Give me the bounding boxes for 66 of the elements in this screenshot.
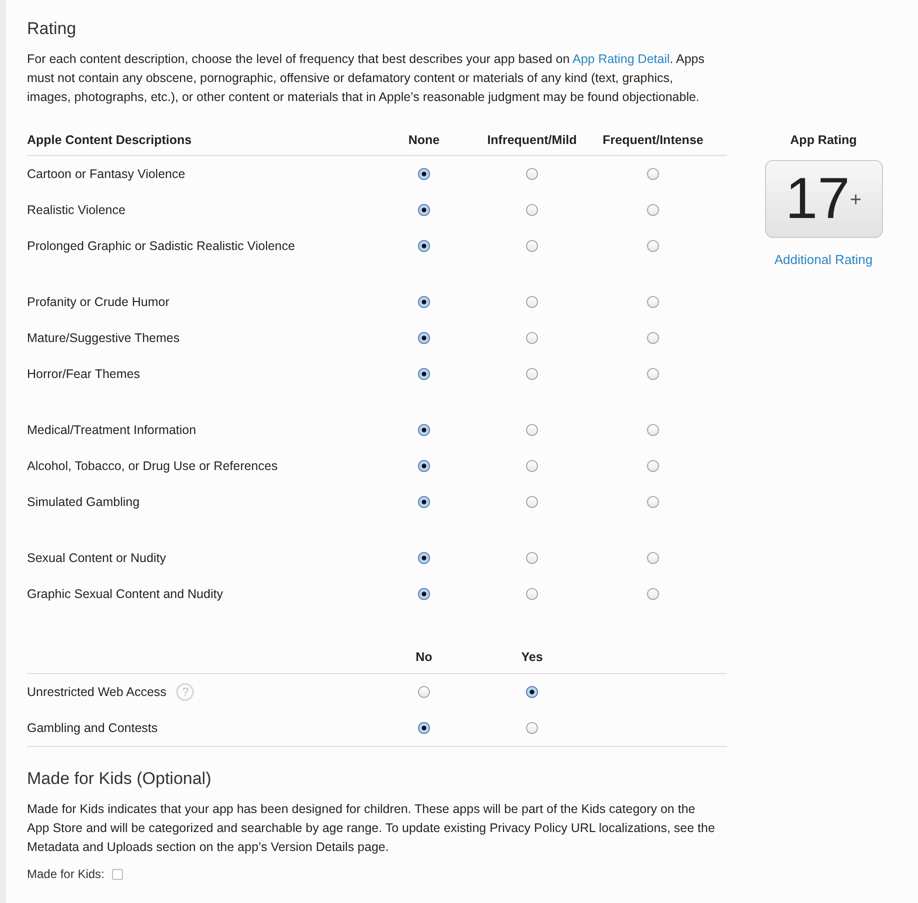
row-label: Alcohol, Tobacco, or Drug Use or References: [27, 459, 279, 473]
radio-button[interactable]: [526, 296, 538, 308]
radio-button[interactable]: [418, 496, 430, 508]
radio-button[interactable]: [647, 588, 659, 600]
rating-detail-link[interactable]: App Rating Detail: [572, 52, 670, 66]
radio-button[interactable]: [418, 368, 430, 380]
checkbox-label: Made for Kids:: [27, 867, 104, 881]
radio-button[interactable]: [526, 588, 538, 600]
row-label: Cartoon or Fantasy Violence: [27, 167, 186, 181]
radio-button[interactable]: [647, 496, 659, 508]
row-label: Mature/Suggestive Themes: [27, 331, 181, 345]
row-label: Simulated Gambling: [27, 495, 141, 509]
row-label: Prolonged Graphic or Sadistic Realistic Violence: [27, 239, 296, 253]
radio-button[interactable]: [526, 368, 538, 380]
radio-button[interactable]: [418, 722, 430, 734]
row-label: Sexual Content or Nudity: [27, 551, 167, 565]
radio-button[interactable]: [418, 204, 430, 216]
radio-button[interactable]: [526, 496, 538, 508]
column-header: None: [408, 132, 440, 148]
radio-button[interactable]: [526, 204, 538, 216]
radio-button[interactable]: [647, 240, 659, 252]
radio-button[interactable]: [526, 686, 538, 698]
row-label: Unrestricted Web Access: [27, 685, 166, 699]
column-header: No: [416, 649, 432, 665]
radio-button[interactable]: [647, 424, 659, 436]
age-rating-badge: 17$^{+}$: [764, 160, 882, 238]
radio-button[interactable]: [418, 332, 430, 344]
radio-button[interactable]: [418, 686, 430, 698]
app-rating-title: App Rating: [790, 133, 857, 147]
radio-button[interactable]: [526, 552, 538, 564]
checkbox[interactable]: [112, 868, 124, 880]
section-title: Rating: [27, 18, 78, 40]
radio-button[interactable]: [526, 168, 538, 180]
radio-button[interactable]: [647, 296, 659, 308]
column-header: Frequent/Intense: [602, 132, 704, 148]
radio-button[interactable]: [647, 168, 659, 180]
row-label: Realistic Violence: [27, 203, 126, 217]
radio-button[interactable]: [526, 460, 538, 472]
row-label: Gambling and Contests: [27, 721, 158, 735]
additional-rating-link[interactable]: Additional Rating: [774, 252, 873, 267]
row-label: Medical/Treatment Information: [27, 423, 198, 437]
radio-button[interactable]: [647, 332, 659, 344]
radio-button[interactable]: [418, 588, 430, 600]
radio-button[interactable]: [526, 332, 538, 344]
kids-paragraph: Made for Kids indicates that your app has been designed for children. These apps will be part of the Kids category on the App Store and will be categorized and searchable by age range. To update existing Privacy Policy URL localizations, see the Metadata and Uploads section on the app’s Version Details page.: [27, 801, 716, 856]
intro-paragraph: For each content description, choose the level of frequency that best describes your app based on App Rating Detail. Apps must not contain any obscene, pornographic, offensive or defamatory content or materials of any kind (text, graphics, images, photographs, etc.), or other content or materials that in Apple’s reasonable judgment may be found objectionable.: [27, 51, 706, 106]
radio-button[interactable]: [418, 240, 430, 252]
radio-button[interactable]: [647, 204, 659, 216]
radio-button[interactable]: [647, 368, 659, 380]
radio-button[interactable]: [647, 552, 659, 564]
radio-button[interactable]: [418, 424, 430, 436]
radio-button[interactable]: [647, 460, 659, 472]
section-title: Made for Kids (Optional): [27, 768, 212, 790]
column-header: Infrequent/Mild: [487, 132, 577, 148]
column-header: Yes: [521, 649, 543, 665]
column-header: Apple Content Descriptions: [27, 133, 193, 147]
radio-button[interactable]: [418, 460, 430, 472]
radio-button[interactable]: [418, 168, 430, 180]
row-label: Graphic Sexual Content and Nudity: [27, 587, 224, 601]
radio-button[interactable]: [526, 424, 538, 436]
radio-button[interactable]: [526, 240, 538, 252]
radio-button[interactable]: [526, 722, 538, 734]
radio-button[interactable]: [418, 552, 430, 564]
radio-button[interactable]: [418, 296, 430, 308]
row-label: Profanity or Crude Humor: [27, 295, 170, 309]
row-label: Horror/Fear Themes: [27, 367, 141, 381]
